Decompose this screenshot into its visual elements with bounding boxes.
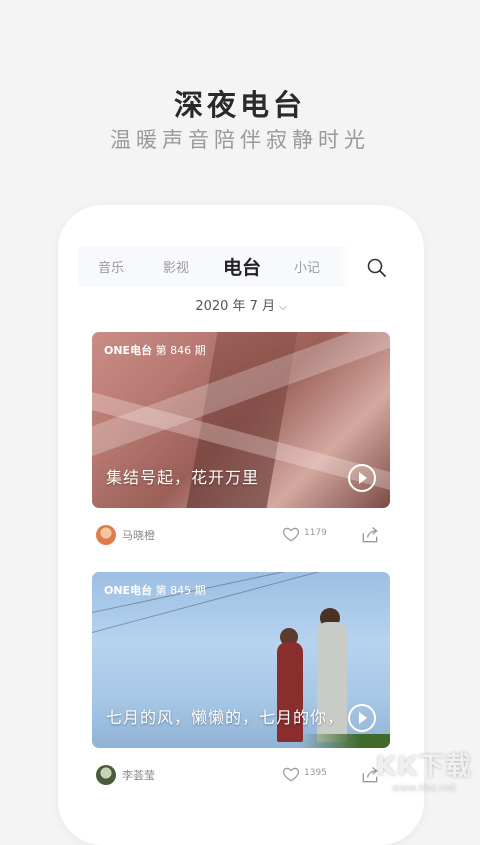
cover-image-detail <box>92 734 390 748</box>
promo-subtitle: 温暖声音陪伴寂静时光 <box>110 128 370 152</box>
author-name[interactable]: 马晓橙 <box>122 527 155 543</box>
watermark: KK下载 www.kkx.net <box>376 746 472 794</box>
issue-label: ONE电台 第 846 期 <box>104 342 206 358</box>
card-title: 七月的风，懒懒的，七月的你， <box>106 708 345 727</box>
watermark-url: www.kkx.net <box>391 783 456 794</box>
promo-title: 深夜电台 <box>173 88 306 122</box>
tab-music[interactable]: 音乐 <box>98 257 124 276</box>
search-icon <box>367 258 386 277</box>
category-tabs: 音乐 影视 电台 小记 t <box>78 247 388 287</box>
chevron-down-icon: ⌵ <box>279 302 287 313</box>
heart-icon[interactable] <box>282 525 300 543</box>
radio-card[interactable]: ONE电台 第 845 期 七月的风，懒懒的，七月的你， <box>92 572 390 748</box>
issue-number: 第 846 期 <box>155 344 206 357</box>
date-filter[interactable]: 2020 年 7 月 ⌵ <box>58 295 424 314</box>
avatar[interactable] <box>96 525 116 545</box>
radio-card[interactable]: ONE电台 第 846 期 集结号起，花开万里 <box>92 332 390 508</box>
tab-film[interactable]: 影视 <box>163 257 189 276</box>
share-icon[interactable] <box>360 525 380 545</box>
card-meta: 李荟莹 1395 <box>92 763 390 787</box>
like-count: 1179 <box>304 528 327 538</box>
tab-notes[interactable]: 小记 <box>294 257 320 276</box>
date-filter-label: 2020 年 7 月 <box>195 299 276 314</box>
search-button[interactable] <box>350 247 404 287</box>
tab-radio[interactable]: 电台 <box>223 253 261 280</box>
issue-label: ONE电台 第 845 期 <box>104 582 206 598</box>
avatar[interactable] <box>96 765 116 785</box>
like-count: 1395 <box>304 768 327 778</box>
phone-frame: 音乐 影视 电台 小记 t 2020 年 7 月⌵ ONE电台 第 846 期 … <box>58 205 424 845</box>
heart-icon[interactable] <box>282 765 300 783</box>
play-icon[interactable] <box>348 464 376 492</box>
play-icon[interactable] <box>348 704 376 732</box>
watermark-logo: KK下载 <box>375 752 472 782</box>
card-meta: 马晓橙 1179 <box>92 523 390 547</box>
author-name[interactable]: 李荟莹 <box>122 767 155 783</box>
card-title: 集结号起，花开万里 <box>106 468 260 487</box>
issue-number: 第 845 期 <box>155 584 206 597</box>
brand-label: ONE电台 <box>104 584 153 597</box>
brand-label: ONE电台 <box>104 344 153 357</box>
